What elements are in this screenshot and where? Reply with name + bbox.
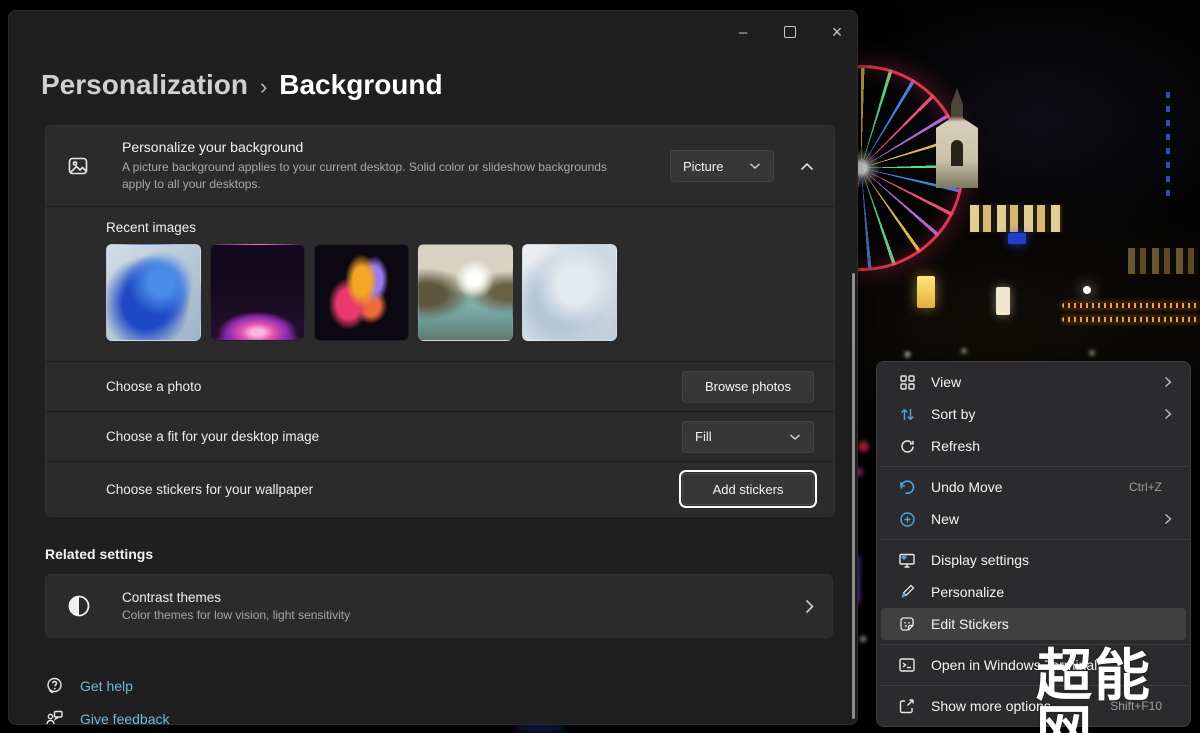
church-tower-window [951, 140, 963, 166]
card-title: Personalize your background [122, 138, 304, 155]
menu-item-edit-stickers[interactable]: Edit Stickers [881, 608, 1186, 640]
related-settings-heading: Related settings [45, 546, 154, 562]
minimize-button[interactable]: – [721, 17, 765, 47]
blue-building-lights [1166, 92, 1170, 197]
page-title: Background [279, 69, 443, 100]
image-icon [66, 154, 90, 178]
contrast-icon [66, 593, 92, 619]
maximize-icon [784, 26, 796, 38]
menu-item-undo-move[interactable]: Undo Move Ctrl+Z [881, 471, 1186, 503]
submenu-chevron-icon [1164, 513, 1176, 525]
background-card-header[interactable]: Personalize your background A picture ba… [46, 126, 834, 206]
view-grid-icon [897, 372, 917, 392]
personalize-brush-icon [897, 582, 917, 602]
bokeh-light-white [860, 636, 866, 642]
background-type-dropdown[interactable]: Picture [670, 150, 774, 182]
contrast-themes-card[interactable]: Contrast themes Color themes for low vis… [45, 574, 833, 638]
expander-collapse-button[interactable] [798, 157, 816, 175]
chevron-down-icon [790, 433, 800, 440]
screen: – × Personalization › Background Persona… [0, 0, 1200, 733]
recent-image-thumbnail-bloom-light[interactable] [522, 244, 617, 341]
recent-image-thumbnail-abstract-flower[interactable] [314, 244, 409, 341]
new-plus-icon [897, 509, 917, 529]
terminal-icon [897, 655, 917, 675]
fit-dropdown-value: Fill [695, 429, 712, 444]
row-label: Choose a fit for your desktop image [106, 429, 320, 444]
menu-item-display-settings[interactable]: Display settings [881, 544, 1186, 576]
minimize-icon: – [738, 23, 748, 41]
menu-separator [879, 539, 1188, 540]
string-lights [1062, 301, 1200, 327]
blue-neon-sign [1008, 233, 1026, 244]
small-light [1090, 351, 1094, 355]
breadcrumb: Personalization › Background [41, 69, 443, 101]
menu-item-personalize[interactable]: Personalize [881, 576, 1186, 608]
display-settings-icon [897, 550, 917, 570]
recent-images-label: Recent images [106, 220, 197, 235]
chevron-up-icon [800, 162, 814, 170]
sort-arrows-icon [897, 404, 917, 424]
fit-dropdown[interactable]: Fill [682, 420, 814, 453]
yellow-lit-sign [917, 276, 935, 308]
menu-item-view[interactable]: View [881, 366, 1186, 398]
menu-separator [879, 466, 1188, 467]
add-stickers-button[interactable]: Add stickers [679, 470, 817, 508]
show-more-icon [897, 696, 917, 716]
choose-stickers-row: Choose stickers for your wallpaper Add s… [46, 461, 834, 516]
row-label: Choose a photo [106, 379, 202, 394]
small-light [962, 349, 966, 353]
chevron-down-icon [750, 163, 760, 170]
choose-photo-row: Choose a photo Browse photos [46, 361, 834, 411]
recent-image-thumbnail-purple-glow[interactable] [210, 244, 305, 341]
menu-item-new[interactable]: New [881, 503, 1186, 535]
background-type-value: Picture [683, 158, 724, 174]
bokeh-light-red [858, 441, 869, 452]
give-feedback-link[interactable]: Give feedback [45, 709, 170, 725]
menu-shortcut: Ctrl+Z [1129, 480, 1162, 494]
edit-stickers-icon [897, 614, 917, 634]
recent-image-thumbnail-bloom-blue[interactable] [106, 244, 201, 341]
give-feedback-label: Give feedback [80, 710, 170, 725]
recent-images-section: Recent images [46, 206, 834, 361]
card-description: A picture background applies to your cur… [122, 159, 607, 191]
chevron-right-icon [805, 599, 814, 614]
recent-images-row [106, 244, 814, 341]
close-button[interactable]: × [815, 17, 857, 47]
submenu-chevron-icon [1164, 376, 1176, 388]
string-lights-row [1062, 317, 1200, 322]
settings-window: – × Personalization › Background Persona… [8, 10, 858, 725]
recent-image-thumbnail-river-sunrise[interactable] [418, 244, 513, 341]
row-label: Choose stickers for your wallpaper [106, 481, 314, 497]
small-light [905, 352, 910, 357]
menu-item-sort-by[interactable]: Sort by [881, 398, 1186, 430]
choose-fit-row: Choose a fit for your desktop image Fill [46, 411, 834, 461]
submenu-chevron-icon [1164, 408, 1176, 420]
close-icon: × [831, 21, 843, 42]
string-lights-row [1062, 303, 1200, 308]
dim-building-windows [1128, 248, 1198, 274]
refresh-icon [897, 436, 917, 456]
taskbar-glow [516, 725, 564, 731]
help-icon [45, 676, 64, 695]
browse-photos-button[interactable]: Browse photos [682, 370, 814, 403]
lit-building-windows [968, 203, 1064, 234]
feedback-icon [45, 709, 64, 724]
street-lamp-light [1083, 286, 1091, 294]
scrollbar-thumb[interactable] [852, 273, 855, 719]
get-help-label: Get help [80, 677, 133, 694]
maximize-button[interactable] [768, 17, 812, 47]
breadcrumb-separator-icon: › [259, 73, 268, 99]
breadcrumb-parent[interactable]: Personalization [41, 69, 248, 101]
menu-item-refresh[interactable]: Refresh [881, 430, 1186, 462]
watermark-text: 超能网 [1036, 644, 1152, 733]
get-help-link[interactable]: Get help [45, 676, 133, 695]
background-card: Personalize your background A picture ba… [45, 125, 835, 517]
contrast-themes-title: Contrast themes [122, 590, 222, 605]
contrast-themes-description: Color themes for low vision, light sensi… [122, 608, 351, 622]
undo-icon [897, 477, 917, 497]
white-lit-sign [996, 287, 1010, 315]
church-tower [936, 88, 978, 188]
